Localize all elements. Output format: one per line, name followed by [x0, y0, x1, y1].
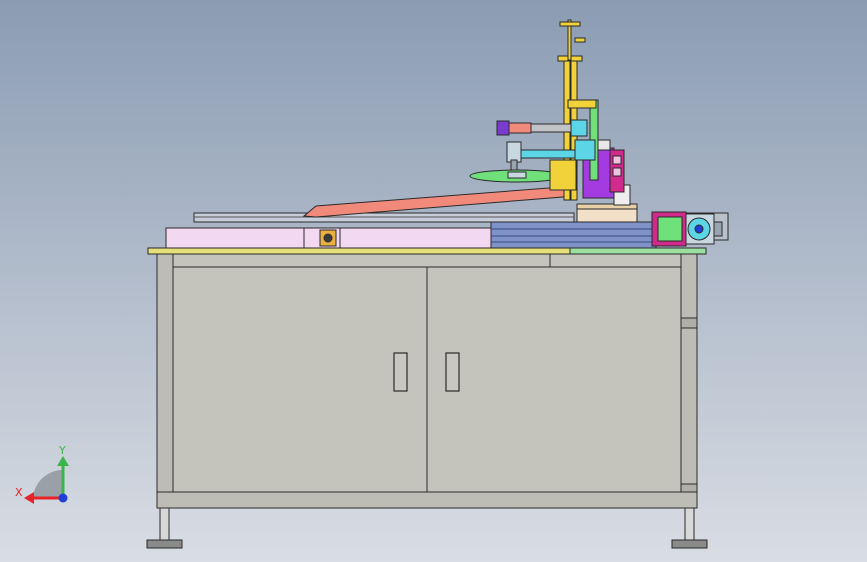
motor-tail — [713, 221, 723, 237]
tool-holder — [506, 141, 522, 163]
cyan-probe-clamp — [570, 119, 588, 137]
z-axis-dot — [58, 493, 68, 503]
purple-probe-tip[interactable] — [496, 120, 510, 136]
purple-block-window-2 — [612, 167, 622, 177]
cabinet-bottom-rail — [156, 491, 698, 509]
disc-hub — [507, 171, 527, 179]
left-door-handle[interactable] — [393, 352, 408, 392]
right-leg — [684, 507, 695, 543]
cabinet-side-latch-lower — [680, 483, 698, 493]
gray-probe-shaft — [530, 123, 572, 133]
x-axis-label: X — [15, 486, 23, 499]
purple-block-window-1 — [612, 155, 622, 165]
drive-motor[interactable] — [651, 211, 723, 247]
left-foot — [146, 539, 183, 549]
cabinet[interactable] — [146, 252, 708, 549]
cad-viewport[interactable]: X Y — [0, 0, 867, 562]
cabinet-side-latch — [680, 317, 698, 329]
motor-shaft-center — [694, 224, 704, 234]
cabinet-right-post — [680, 252, 698, 509]
rail-body — [490, 221, 657, 249]
cyan-arm-block — [574, 139, 596, 161]
tabletop-green-strip — [569, 247, 707, 255]
carriage-plate — [576, 207, 638, 223]
motor-inner-plate — [657, 216, 683, 242]
salmon-probe-body — [508, 122, 532, 134]
y-axis-label: Y — [58, 444, 66, 457]
rod-nut-mid — [574, 37, 586, 43]
right-foot — [671, 539, 708, 549]
cabinet-left-post — [156, 252, 174, 509]
cabinet-left-door[interactable] — [172, 266, 428, 493]
cabinet-right-door[interactable] — [426, 266, 682, 493]
yellow-tool-bracket — [549, 159, 577, 191]
yellow-mid-bracket — [567, 99, 597, 109]
rail-coupling-hole — [323, 233, 333, 243]
cabinet-top-rail — [171, 252, 683, 268]
right-door-handle[interactable] — [445, 352, 460, 392]
rod-nut-top — [559, 21, 581, 27]
left-leg — [159, 507, 170, 543]
